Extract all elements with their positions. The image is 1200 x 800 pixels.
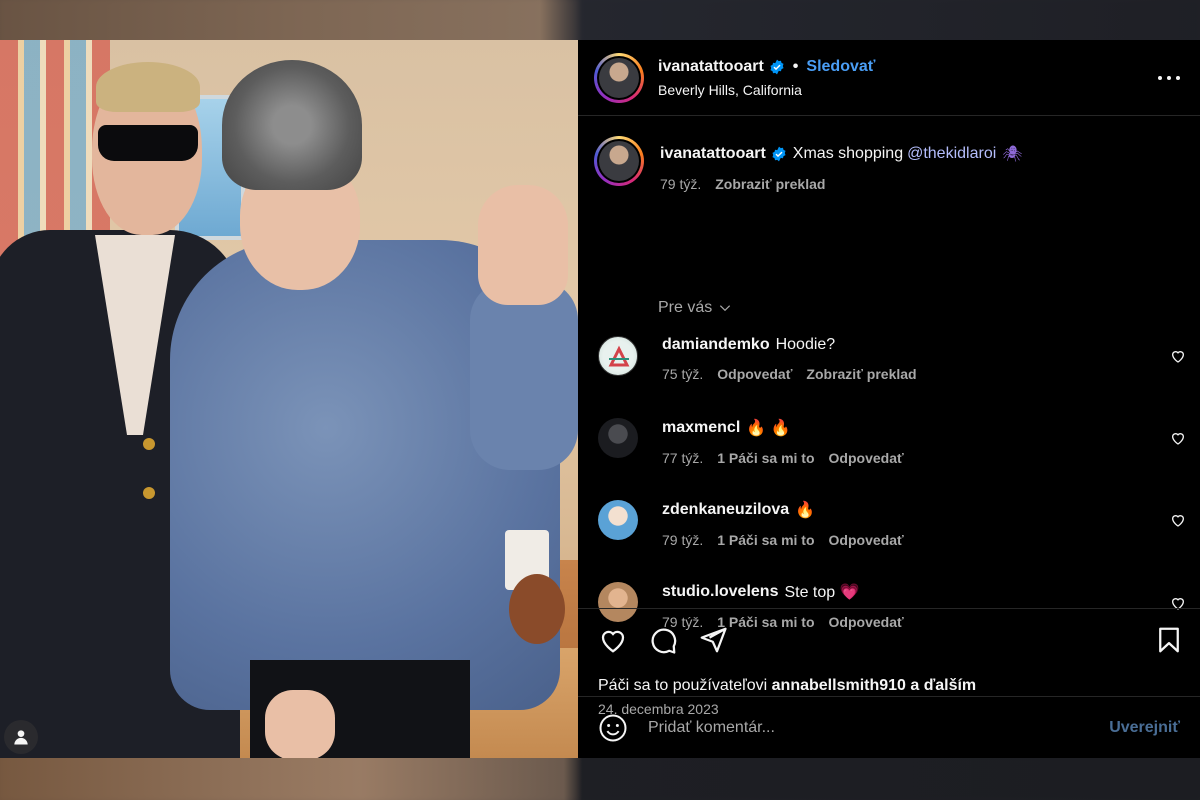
- verified-badge-icon: [770, 59, 784, 74]
- add-comment-bar: Uverejniť: [578, 696, 1200, 758]
- separator-dot: •: [792, 57, 799, 75]
- comment-likes-count[interactable]: 1 Páči sa mi to: [717, 450, 814, 466]
- filter-label: Pre vás: [658, 299, 713, 316]
- caption-author-avatar[interactable]: [594, 136, 644, 186]
- comment-item: maxmencl 🔥 🔥 77 týž. 1 Páči sa mi to Odp…: [598, 418, 918, 466]
- sunglasses: [98, 125, 198, 161]
- translate-link[interactable]: Zobraziť preklad: [806, 366, 916, 382]
- comment-text: 🔥: [795, 502, 816, 519]
- like-heart-icon[interactable]: [598, 625, 628, 655]
- comment-text: Ste top 💗: [784, 584, 860, 601]
- caption-mention-link[interactable]: @thekidlaroi: [907, 145, 996, 163]
- verified-badge-icon: [772, 146, 786, 162]
- reply-button[interactable]: Odpovedať: [717, 366, 792, 382]
- comment-bubble-icon[interactable]: [648, 625, 678, 655]
- likes-summary[interactable]: Páči sa to používateľovi annabellsmith91…: [578, 677, 1200, 695]
- post-photo[interactable]: [0, 40, 578, 758]
- comment-username[interactable]: maxmencl: [662, 419, 740, 437]
- chevron-down-icon: [720, 305, 731, 312]
- comment-text: 🔥 🔥: [746, 420, 791, 437]
- save-bookmark-icon[interactable]: [1154, 625, 1184, 655]
- suit-button: [143, 487, 155, 499]
- comment-item: damiandemko Hoodie? 75 týž. Odpovedať Zo…: [598, 336, 931, 382]
- commenter-avatar[interactable]: [598, 500, 638, 540]
- post-location[interactable]: Beverly Hills, California: [658, 82, 875, 98]
- emoji-smiley-icon[interactable]: [598, 713, 628, 743]
- beanie: [222, 60, 362, 190]
- commenter-avatar[interactable]: [598, 418, 638, 458]
- person-arm: [470, 280, 578, 470]
- like-comment-heart-icon[interactable]: [1170, 430, 1186, 446]
- suit-button: [143, 438, 155, 450]
- reply-button[interactable]: Odpovedať: [829, 532, 904, 548]
- comment-item: zdenkaneuzilova 🔥 79 týž. 1 Páči sa mi t…: [598, 500, 918, 548]
- caption-text: Xmas shopping: [792, 145, 904, 162]
- post-caption: ivanatattooart Xmas shopping @thekidlaro…: [594, 136, 1023, 192]
- commenter-avatar[interactable]: [598, 336, 638, 376]
- comment-text: Hoodie?: [775, 336, 836, 353]
- more-options-icon[interactable]: [1158, 68, 1180, 88]
- user-icon: [14, 730, 28, 745]
- likes-prefix: Páči sa to používateľovi: [598, 677, 768, 694]
- comment-time[interactable]: 77 týž.: [662, 450, 703, 466]
- author-username[interactable]: ivanatattooart: [658, 58, 764, 76]
- reply-button[interactable]: Odpovedať: [829, 450, 904, 466]
- comment-username[interactable]: damiandemko: [662, 336, 770, 354]
- comment-filter-dropdown[interactable]: Pre vás: [658, 299, 732, 317]
- avatar-image: [599, 141, 639, 181]
- caption-time[interactable]: 79 týž.: [660, 176, 701, 192]
- follow-button[interactable]: Sledovať: [806, 58, 875, 76]
- post-comment-button[interactable]: Uverejniť: [1109, 719, 1180, 737]
- spider-emoji: 🕷: [1002, 146, 1023, 163]
- like-comment-heart-icon[interactable]: [1170, 512, 1186, 528]
- likes-suffix[interactable]: a ďalším: [910, 677, 976, 694]
- backdrop-top: [0, 0, 1200, 40]
- comments-section: ivanatattooart Xmas shopping @thekidlaro…: [578, 116, 1200, 630]
- comment-username[interactable]: zdenkaneuzilova: [662, 501, 789, 519]
- post-modal: ivanatattooart • Sledovať Beverly Hills,…: [0, 40, 1200, 758]
- like-comment-heart-icon[interactable]: [1170, 348, 1186, 364]
- comment-likes-count[interactable]: 1 Páči sa mi to: [717, 532, 814, 548]
- author-avatar[interactable]: [594, 52, 644, 103]
- post-side-panel: ivanatattooart • Sledovať Beverly Hills,…: [578, 40, 1200, 758]
- translate-link[interactable]: Zobraziť preklad: [715, 176, 825, 192]
- liker-username[interactable]: annabellsmith910: [772, 677, 906, 694]
- logo-avatar-icon: [608, 345, 630, 367]
- lion: [509, 574, 565, 644]
- comment-time[interactable]: 75 týž.: [662, 366, 703, 382]
- caption-username[interactable]: ivanatattooart: [660, 145, 766, 163]
- avatar-image: [599, 57, 639, 98]
- post-header: ivanatattooart • Sledovať Beverly Hills,…: [578, 40, 1200, 116]
- share-paper-plane-icon[interactable]: [698, 625, 728, 655]
- backdrop-bottom: [0, 758, 1200, 800]
- person-hand: [265, 690, 335, 758]
- plush-lion-toy: [505, 530, 565, 650]
- tagged-users-button[interactable]: [4, 720, 38, 754]
- comment-username[interactable]: studio.lovelens: [662, 583, 778, 601]
- person-hair: [96, 62, 200, 112]
- peace-sign-hand: [478, 185, 568, 305]
- comment-input[interactable]: [648, 718, 1110, 737]
- comment-time[interactable]: 79 týž.: [662, 532, 703, 548]
